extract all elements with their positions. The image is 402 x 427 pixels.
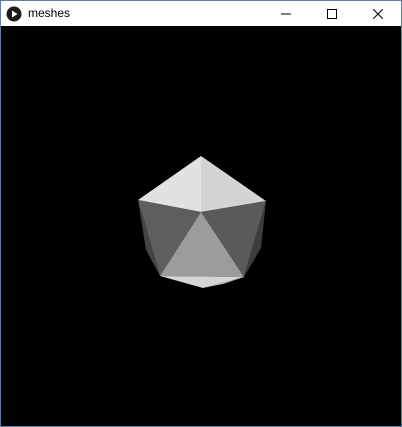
minimize-button[interactable] (263, 1, 309, 26)
close-button[interactable] (355, 1, 401, 26)
minimize-icon (281, 13, 291, 14)
maximize-icon (327, 8, 337, 19)
processing-play-icon[interactable] (6, 6, 22, 22)
app-window: meshes (0, 0, 402, 427)
mesh-face-bottom-left (160, 276, 244, 288)
window-controls (263, 1, 401, 26)
close-icon (373, 8, 383, 19)
sketch-canvas[interactable] (1, 26, 401, 426)
mesh-render (138, 156, 266, 288)
window-title: meshes (28, 6, 71, 20)
title-bar[interactable]: meshes (1, 1, 401, 26)
maximize-button[interactable] (309, 1, 355, 26)
